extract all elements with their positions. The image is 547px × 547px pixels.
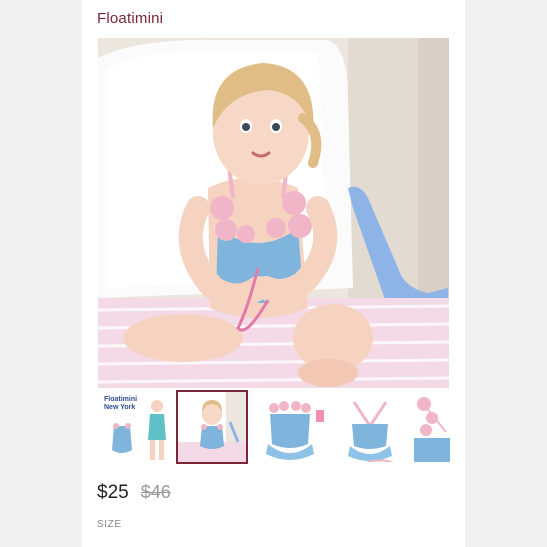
thumbnail-4[interactable] — [332, 390, 404, 464]
thumbnail-image — [334, 392, 402, 462]
thumbnail-image — [256, 392, 324, 462]
product-page: Floatimini Floatimini New York $25 $46 S… — [82, 0, 465, 547]
thumbnail-gallery: Floatimini New York — [98, 390, 465, 468]
thumbnail-1[interactable]: Floatimini New York — [98, 390, 170, 464]
thumbnail-image — [178, 392, 246, 462]
thumbnail-5[interactable] — [410, 390, 465, 464]
current-price: $25 — [97, 482, 129, 503]
original-price: $46 — [140, 482, 171, 502]
size-label: SIZE — [97, 519, 122, 530]
price-row: $25 $46 — [97, 482, 171, 504]
brand-name[interactable]: Floatimini — [97, 10, 163, 27]
thumbnail-image — [412, 392, 465, 462]
thumbnail-2-selected[interactable] — [176, 390, 248, 464]
thumbnail-caption-line1: Floatimini — [104, 396, 138, 403]
product-main-image[interactable] — [98, 38, 449, 388]
thumbnail-caption-line2: New York — [104, 404, 136, 411]
child-swimsuit-photo — [98, 38, 449, 388]
thumbnail-caption: Floatimini New York — [104, 396, 144, 412]
thumbnail-3[interactable] — [254, 390, 326, 464]
